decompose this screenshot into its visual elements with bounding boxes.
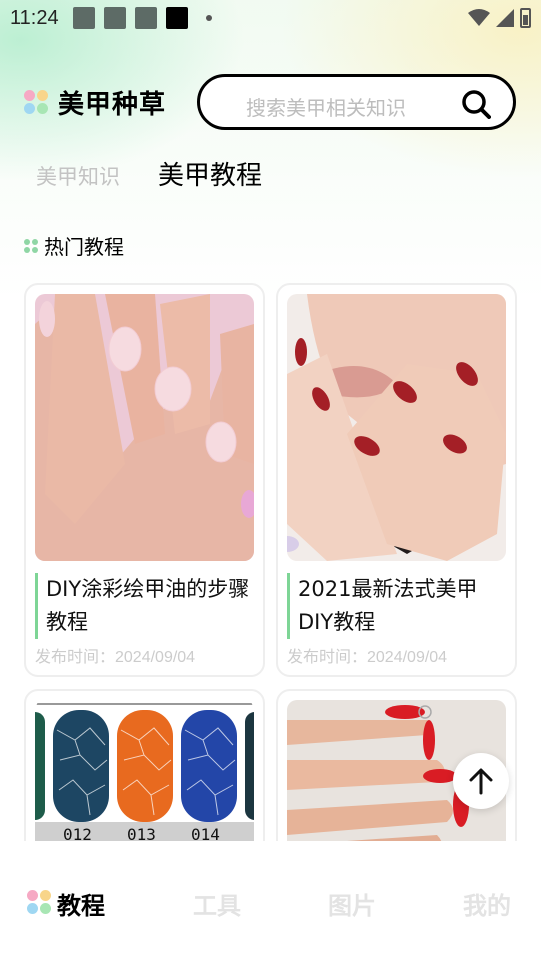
tab-nail-tutorial[interactable]: 美甲教程 — [158, 155, 262, 192]
status-time: 11:24 — [10, 6, 59, 29]
notification-icon — [72, 7, 95, 29]
image-label: 014 — [191, 825, 220, 841]
status-bar: 11:24 — [0, 0, 541, 36]
clover-icon — [24, 238, 38, 253]
nav-images[interactable]: 图片 — [328, 886, 376, 921]
tutorial-card[interactable]: 2021最新法式美甲DIY教程 发布时间：2024/09/04 — [276, 283, 517, 677]
app-title: 美甲种草 — [58, 90, 167, 120]
notification-icon — [103, 7, 126, 29]
signal-icon — [496, 9, 514, 27]
arrow-up-icon — [469, 768, 493, 795]
tutorial-tab-icon — [27, 890, 51, 914]
notification-icon — [165, 7, 188, 29]
tab-nail-knowledge[interactable]: 美甲知识 — [36, 161, 120, 191]
tutorial-image: 012 013 014 — [35, 700, 254, 841]
tutorial-image — [35, 294, 254, 561]
tutorial-grid: DIY涂彩绘甲油的步骤教程 发布时间：2024/09/04 2021最新法式美甲… — [24, 283, 518, 841]
notification-icon — [134, 7, 157, 29]
publish-date: 发布时间：2024/09/04 — [287, 649, 448, 666]
section-header: 热门教程 — [24, 231, 124, 260]
publish-date: 发布时间：2024/09/04 — [35, 649, 196, 666]
tutorial-title: 2021最新法式美甲DIY教程 — [287, 573, 506, 639]
tutorial-title: DIY涂彩绘甲油的步骤教程 — [35, 573, 254, 639]
wifi-icon — [468, 9, 490, 26]
section-title: 热门教程 — [44, 235, 124, 259]
search-bar[interactable]: 搜索美甲相关知识 — [197, 74, 516, 130]
search-icon[interactable] — [461, 89, 491, 119]
image-label: 013 — [127, 825, 156, 841]
tab-bar: 美甲知识 美甲教程 — [36, 155, 262, 192]
scroll-to-top-button[interactable] — [453, 753, 509, 809]
nav-tools[interactable]: 工具 — [193, 886, 241, 921]
more-notifications-dot — [205, 15, 212, 21]
nav-tutorial[interactable]: 教程 — [57, 886, 105, 921]
battery-icon — [520, 8, 531, 28]
image-label: 012 — [63, 825, 92, 841]
bottom-navigation: 教程 工具 图片 我的 — [0, 842, 541, 961]
tutorial-card[interactable]: DIY涂彩绘甲油的步骤教程 发布时间：2024/09/04 — [24, 283, 265, 677]
tutorial-card[interactable]: 012 013 014 — [24, 689, 265, 841]
app-header: 美甲种草 搜索美甲相关知识 — [0, 72, 541, 132]
app-logo-icon — [24, 90, 48, 114]
nav-profile[interactable]: 我的 — [463, 886, 511, 921]
tutorial-image — [287, 294, 506, 561]
search-input[interactable]: 搜索美甲相关知识 — [246, 92, 406, 121]
